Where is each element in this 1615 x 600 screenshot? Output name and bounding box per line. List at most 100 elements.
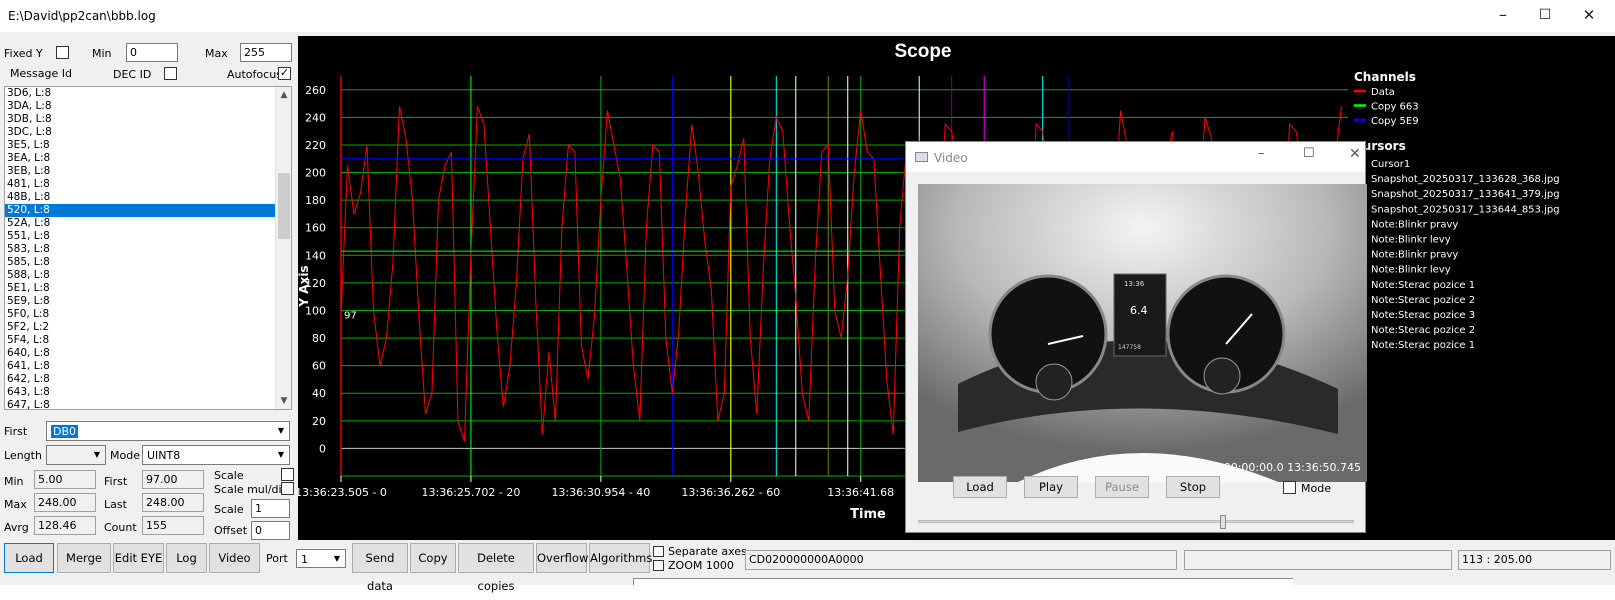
list-item[interactable]: 643, L:8 (5, 386, 291, 399)
chevron-down-icon: ▼ (277, 450, 285, 459)
application-window: E:\David\pp2can\bbb.log – ☐ ✕ Fixed Y Mi… (0, 0, 1615, 593)
list-item[interactable]: 520, L:8 (5, 204, 291, 217)
list-item[interactable]: 642, L:8 (5, 373, 291, 386)
merge-button[interactable]: Merge (57, 543, 111, 573)
cursor-legend-entry: Note:Sterac pozice 2 (1371, 295, 1475, 306)
chevron-down-icon: ▼ (333, 554, 341, 563)
close-button[interactable]: ✕ (1566, 0, 1612, 32)
fixed-y-checkbox[interactable] (56, 46, 69, 59)
y-axis-label: Y Axis (298, 265, 311, 307)
video-close-button[interactable]: ✕ (1349, 146, 1361, 162)
delete-copies-button[interactable]: Delete copies (458, 543, 534, 593)
mode-select-value: UINT8 (147, 449, 181, 462)
legend-entry: Data (1371, 87, 1395, 98)
first-select[interactable]: DB0 ▼ (46, 421, 290, 441)
list-item[interactable]: 551, L:8 (5, 230, 291, 243)
copy-button[interactable]: Copy (410, 543, 456, 573)
list-item[interactable]: 481, L:8 (5, 178, 291, 191)
list-item[interactable]: 3DB, L:8 (5, 113, 291, 126)
message-list-scrollbar[interactable]: ▲ ▼ (275, 87, 291, 409)
scale-mul-checkbox[interactable] (281, 482, 294, 495)
autofocus-checkbox[interactable]: ✓ (278, 67, 291, 80)
list-item[interactable]: 585, L:8 (5, 256, 291, 269)
stat-max-value: 248.00 (34, 493, 96, 512)
list-item[interactable]: 3E5, L:8 (5, 139, 291, 152)
stat-first-value: 97.00 (142, 470, 204, 489)
list-item[interactable]: 48B, L:8 (5, 191, 291, 204)
video-stop-button[interactable]: Stop (1166, 476, 1220, 498)
display-odometer: 147758 (1118, 344, 1141, 351)
list-item[interactable]: 5E9, L:8 (5, 295, 291, 308)
dec-id-checkbox[interactable] (164, 67, 177, 80)
video-maximize-button[interactable]: ☐ (1303, 146, 1315, 161)
maximize-button[interactable]: ☐ (1522, 0, 1568, 32)
video-minimize-button[interactable]: – (1258, 146, 1265, 161)
max-input[interactable] (240, 43, 292, 62)
stat-count-value: 155 (142, 516, 204, 535)
video-pause-button[interactable]: Pause (1095, 476, 1149, 498)
list-item[interactable]: 583, L:8 (5, 243, 291, 256)
video-slider-track[interactable] (918, 515, 1354, 529)
list-item[interactable]: 588, L:8 (5, 269, 291, 282)
scroll-thumb[interactable] (278, 173, 290, 239)
overflow-button[interactable]: Overflow (536, 543, 588, 573)
stat-count-label: Count (104, 521, 137, 534)
length-select[interactable]: ▼ (46, 445, 106, 465)
scale-label: Scale (214, 469, 244, 482)
port-select-value: 1 (301, 553, 308, 566)
scroll-up-icon[interactable]: ▲ (276, 87, 291, 103)
list-item[interactable]: 5E1, L:8 (5, 282, 291, 295)
mode-select[interactable]: UINT8 ▼ (142, 445, 290, 465)
x-tick-label: 13:36:36.262 - 60 (681, 486, 780, 499)
zoom-checkbox[interactable] (653, 560, 664, 571)
point-value-label: 97 (344, 311, 357, 322)
list-item[interactable]: 3EA, L:8 (5, 152, 291, 165)
max-label: Max (205, 47, 228, 60)
video-button[interactable]: Video (209, 543, 260, 573)
video-play-button[interactable]: Play (1024, 476, 1078, 498)
minimize-button[interactable]: – (1480, 0, 1526, 32)
separate-axes-checkbox[interactable] (653, 546, 664, 557)
first-select-value: DB0 (51, 425, 79, 438)
list-item[interactable]: 52A, L:8 (5, 217, 291, 230)
list-item[interactable]: 640, L:8 (5, 347, 291, 360)
send-data-button[interactable]: Send data (352, 543, 408, 593)
list-item[interactable]: 3DA, L:8 (5, 100, 291, 113)
bottom-toolbar: Load Merge Edit EYE Log Video Port 1 ▼ S… (0, 543, 1615, 593)
length-label: Length (4, 449, 42, 462)
video-slider-thumb[interactable] (1220, 515, 1226, 529)
list-item[interactable]: 3EB, L:8 (5, 165, 291, 178)
y-tick-label: 60 (312, 360, 326, 373)
list-item[interactable]: 641, L:8 (5, 360, 291, 373)
x-tick-label: 13:36:41.68 (827, 486, 894, 499)
log-button[interactable]: Log (166, 543, 207, 573)
min-input[interactable] (126, 43, 178, 62)
y-tick-label: 160 (305, 222, 326, 235)
y-tick-label: 260 (305, 84, 326, 97)
y-tick-label: 0 (319, 442, 326, 455)
cursor-legend-entry: Cursor1 (1371, 159, 1410, 170)
window-title: E:\David\pp2can\bbb.log (8, 9, 156, 23)
scale-checkbox[interactable] (281, 468, 294, 481)
scroll-down-icon[interactable]: ▼ (276, 393, 291, 409)
y-tick-label: 20 (312, 415, 326, 428)
scale-input[interactable] (251, 499, 290, 518)
y-tick-label: 240 (305, 111, 326, 124)
port-select[interactable]: 1 ▼ (296, 549, 346, 568)
x-tick-label: 13:36:23.505 - 0 (298, 486, 387, 499)
list-item[interactable]: 5F4, L:8 (5, 334, 291, 347)
video-load-button[interactable]: Load (953, 476, 1007, 498)
video-mode-checkbox[interactable] (1283, 481, 1296, 494)
list-item[interactable]: 647, L:8 (5, 399, 291, 409)
algorithms-button[interactable]: Algorithms (589, 543, 652, 573)
edit-eye-button[interactable]: Edit EYE (113, 543, 164, 573)
video-window[interactable]: Video – ☐ ✕ 13:36 6.4 147758 00:00:00.0 … (905, 141, 1367, 533)
list-item[interactable]: 3D6, L:8 (5, 87, 291, 100)
offset-input[interactable] (251, 521, 290, 540)
list-item[interactable]: 5F2, L:2 (5, 321, 291, 334)
list-item[interactable]: 3DC, L:8 (5, 126, 291, 139)
list-item[interactable]: 5F0, L:8 (5, 308, 291, 321)
data-field: CD020000000A0000 (745, 550, 1177, 570)
load-button[interactable]: Load (4, 543, 54, 573)
message-list[interactable]: 3D6, L:8 3DA, L:8 3DB, L:8 3DC, L:8 3E5, L:8… (4, 86, 292, 410)
